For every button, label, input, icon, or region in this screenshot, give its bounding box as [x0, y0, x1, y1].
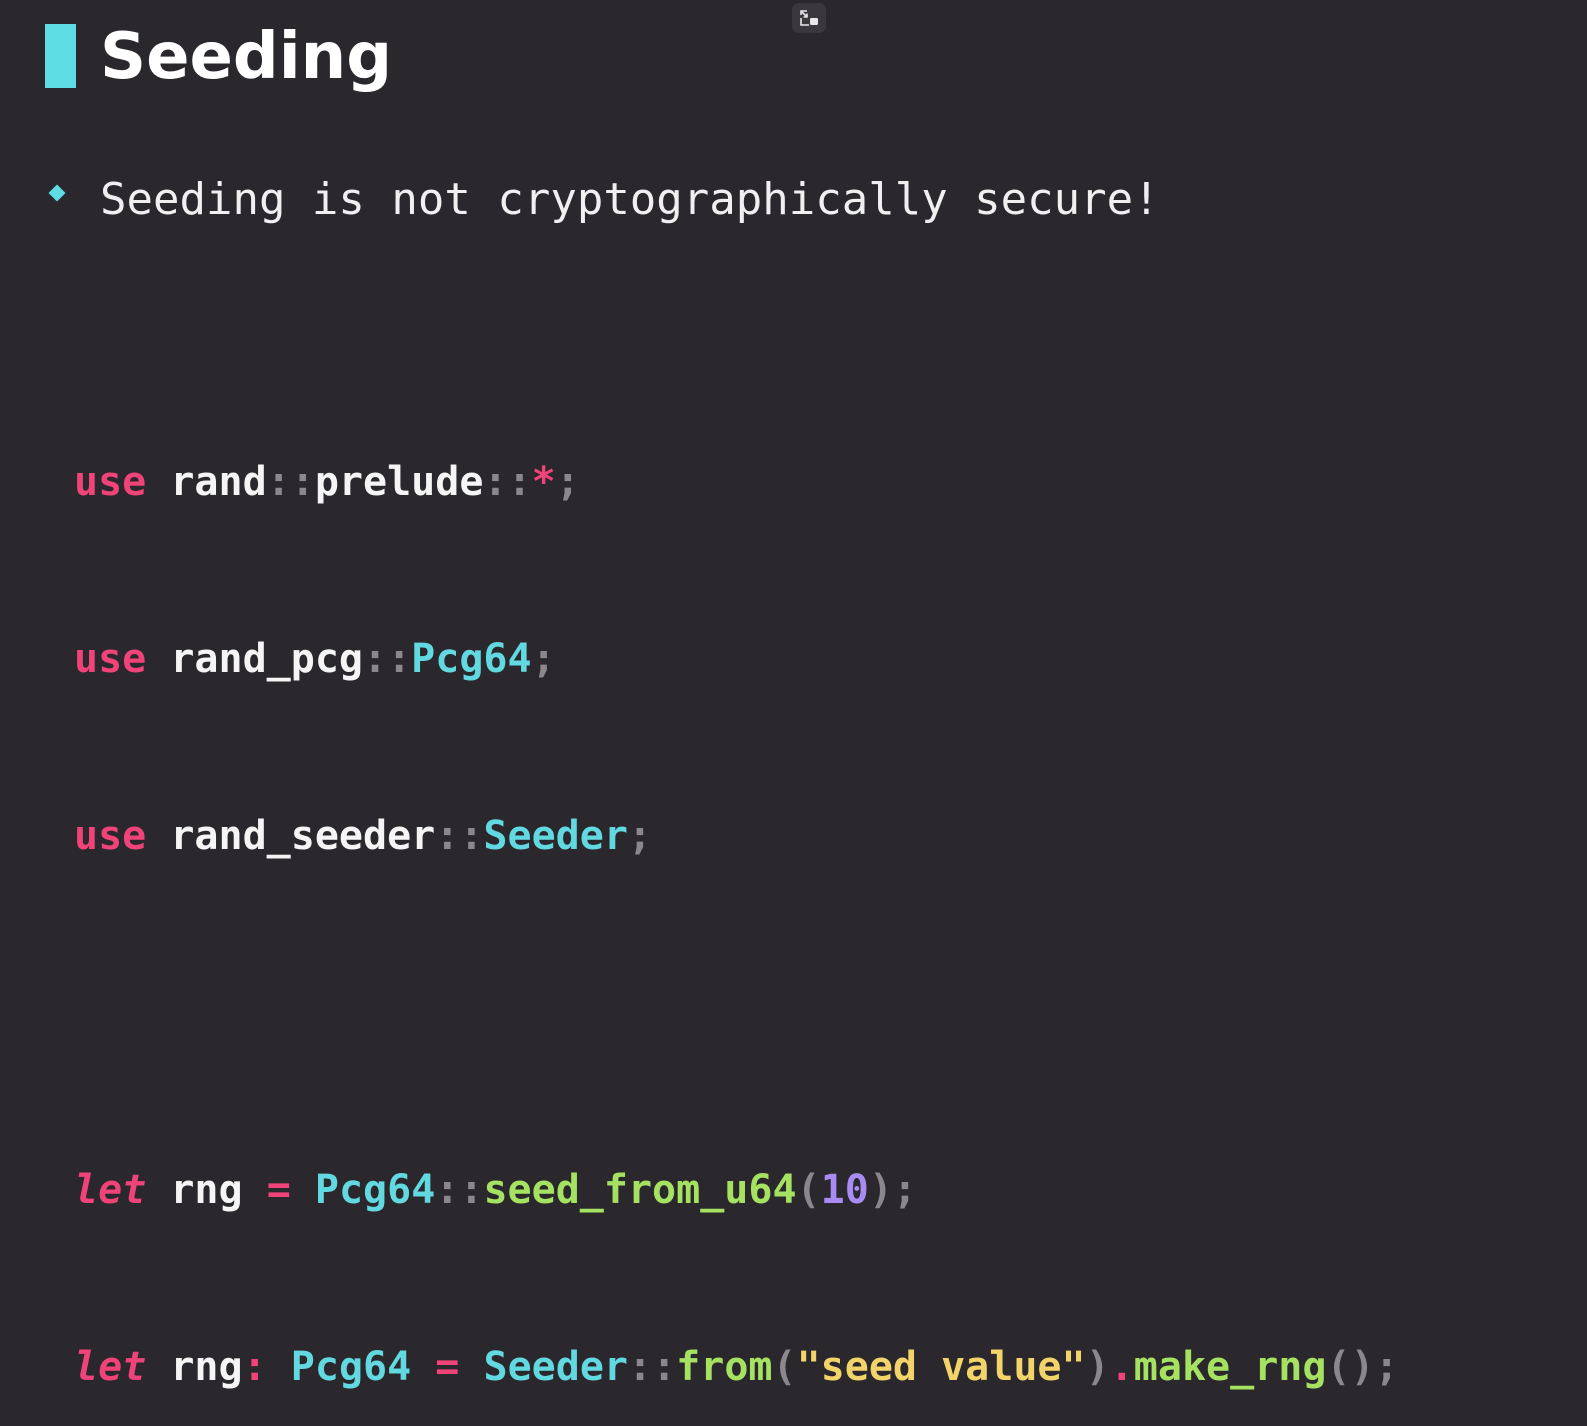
code-line: use rand::prelude::*; — [74, 453, 1399, 512]
code-type: Pcg64 — [290, 1344, 412, 1390]
code-path-separator: :: — [483, 459, 532, 505]
code-glob: * — [531, 459, 556, 505]
code-operator: = — [266, 1167, 291, 1213]
code-path-separator: :: — [435, 813, 484, 859]
bullet-diamond-icon — [48, 184, 66, 202]
code-function: from — [676, 1344, 773, 1390]
code-identifier: rand_pcg — [170, 636, 363, 682]
code-function: seed_from_u64 — [483, 1167, 797, 1213]
code-paren: ( — [772, 1344, 797, 1390]
slide-title: Seeding — [100, 20, 393, 94]
title-accent-bar — [45, 24, 76, 88]
code-type: Seeder — [483, 1344, 628, 1390]
code-identifier: rand — [170, 459, 267, 505]
code-keyword: use — [74, 813, 147, 859]
code-block: use rand::prelude::*; use rand_pcg::Pcg6… — [74, 335, 1399, 1426]
code-line: let rng: Pcg64 = Seeder::from("seed valu… — [74, 1338, 1399, 1397]
code-type: Pcg64 — [411, 636, 532, 682]
pip-glyph — [800, 10, 818, 26]
code-paren: ) — [1085, 1344, 1110, 1390]
code-string-quote: " — [1061, 1344, 1086, 1390]
code-number: 10 — [820, 1167, 869, 1213]
code-keyword: let — [74, 1344, 147, 1390]
code-paren: ) — [868, 1167, 893, 1213]
code-path-separator: :: — [363, 636, 412, 682]
code-string: seed value — [820, 1344, 1062, 1390]
code-semicolon: ; — [627, 813, 653, 859]
code-identifier: rng — [170, 1167, 243, 1213]
code-path-separator: :: — [627, 1344, 677, 1390]
code-path-separator: :: — [435, 1167, 484, 1213]
picture-in-picture-exit-icon[interactable] — [792, 3, 826, 33]
code-semicolon: ; — [892, 1167, 917, 1213]
code-call-parens: () — [1326, 1344, 1375, 1390]
code-identifier: rand_seeder — [170, 813, 436, 859]
code-type: Seeder — [483, 813, 628, 859]
code-semicolon: ; — [531, 636, 556, 682]
code-line: use rand_pcg::Pcg64; — [74, 630, 1399, 689]
code-function: make_rng — [1133, 1344, 1327, 1390]
code-dot: . — [1109, 1344, 1134, 1390]
code-paren: ( — [796, 1167, 821, 1213]
code-keyword: use — [74, 459, 147, 505]
code-colon: : — [242, 1344, 267, 1390]
code-type: Pcg64 — [314, 1167, 436, 1213]
code-line: use rand_seeder::Seeder; — [74, 807, 1399, 866]
code-string-quote: " — [796, 1344, 821, 1390]
code-keyword: use — [74, 636, 147, 682]
code-semicolon: ; — [1374, 1344, 1399, 1390]
code-semicolon: ; — [555, 459, 580, 505]
code-line: let rng = Pcg64::seed_from_u64(10); — [74, 1161, 1399, 1220]
code-keyword: let — [74, 1167, 147, 1213]
code-path-separator: :: — [266, 459, 315, 505]
code-identifier: rng — [170, 1344, 243, 1390]
bullet-text: Seeding is not cryptographically secure! — [100, 174, 1160, 225]
code-operator: = — [435, 1344, 460, 1390]
code-identifier: prelude — [314, 459, 484, 505]
